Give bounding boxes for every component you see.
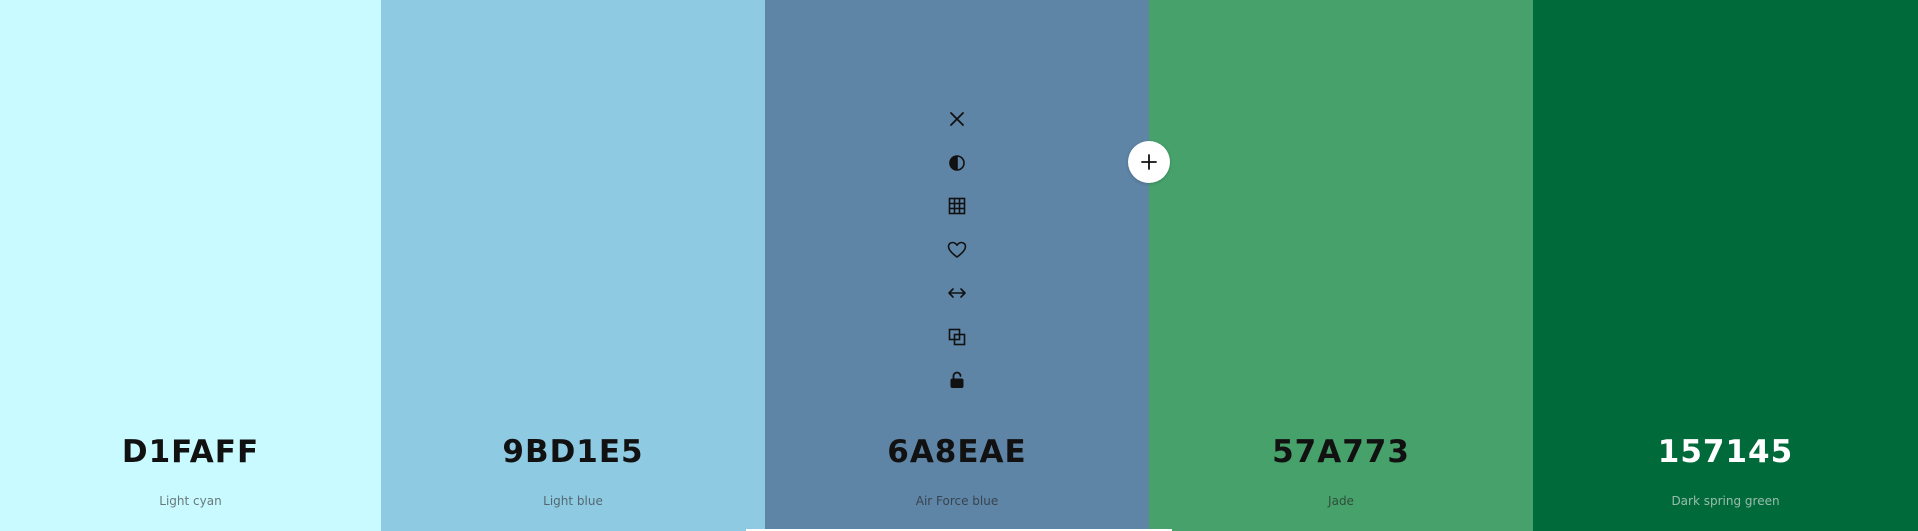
- swatch-157145[interactable]: 157145 Dark spring green: [1533, 0, 1918, 531]
- swatch-hex-code[interactable]: 9BD1E5: [381, 434, 765, 470]
- swatch-toolbar: [940, 102, 974, 407]
- grid-icon[interactable]: [940, 189, 974, 223]
- copy-icon[interactable]: [940, 320, 974, 354]
- plus-icon: [1141, 154, 1157, 170]
- swatch-hex-code[interactable]: 6A8EAE: [765, 434, 1149, 470]
- close-icon[interactable]: [940, 102, 974, 136]
- swatch-9bd1e5[interactable]: 9BD1E5 Light blue: [381, 0, 765, 531]
- swatch-color-name: Light cyan: [159, 494, 222, 508]
- swatch-d1faff[interactable]: D1FAFF Light cyan: [0, 0, 381, 531]
- drag-horizontal-icon[interactable]: [940, 276, 974, 310]
- swatch-color-name: Jade: [1328, 494, 1354, 508]
- swatch-color-name: Dark spring green: [1671, 494, 1780, 508]
- swatch-color-name: Air Force blue: [915, 494, 999, 508]
- swatch-hex-code[interactable]: D1FAFF: [0, 434, 381, 470]
- unlock-icon[interactable]: [940, 363, 974, 397]
- contrast-icon[interactable]: [940, 146, 974, 180]
- heart-icon[interactable]: [940, 233, 974, 267]
- add-color-button[interactable]: [1128, 141, 1170, 183]
- swatch-color-name: Light blue: [543, 494, 603, 508]
- swatch-6a8eae[interactable]: 6A8EAE Air Force blue: [765, 0, 1149, 531]
- swatch-hex-code[interactable]: 57A773: [1149, 434, 1533, 470]
- color-palette: D1FAFF Light cyan 9BD1E5 Light blue 6A8E…: [0, 0, 1918, 531]
- swatch-57a773[interactable]: 57A773 Jade: [1149, 0, 1533, 531]
- swatch-hex-code[interactable]: 157145: [1533, 434, 1918, 470]
